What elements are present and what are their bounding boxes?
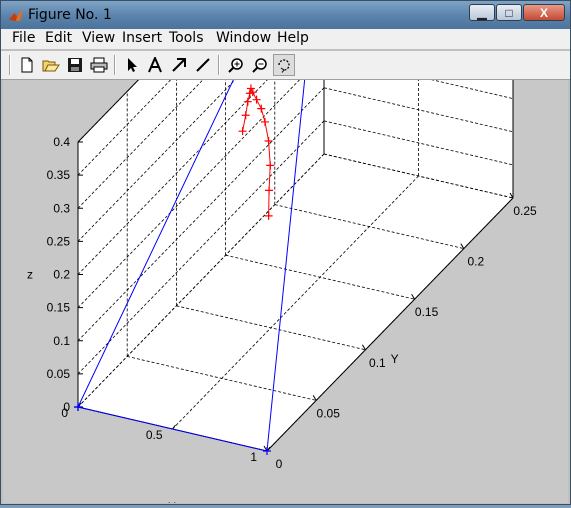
y-tick-label: 0.15 <box>415 305 439 319</box>
save-icon <box>68 58 82 72</box>
z-tick-label: 0.3 <box>53 201 70 215</box>
save-button[interactable] <box>64 54 86 76</box>
y-tick-label: 0.25 <box>513 204 537 218</box>
z-axis-label: z <box>27 268 33 282</box>
toolbar-separator <box>114 55 116 75</box>
figure-window: Figure No. 1 ▁ □ X File Edit View Insert… <box>0 0 571 508</box>
new-figure-icon <box>21 57 33 73</box>
menu-view[interactable]: View <box>82 30 115 46</box>
print-button[interactable] <box>88 54 110 76</box>
matlab-icon <box>9 9 23 21</box>
arrow-select-icon <box>128 58 137 72</box>
toolbar <box>1 51 570 80</box>
toolbar-separator <box>9 55 11 75</box>
x-axis-label: X <box>168 500 176 503</box>
y-tick-label: 0 <box>276 457 283 471</box>
select-button[interactable] <box>121 54 143 76</box>
maximize-icon: □ <box>505 5 513 20</box>
new-figure-button[interactable] <box>16 54 38 76</box>
menu-edit[interactable]: Edit <box>45 30 72 46</box>
insert-arrow-icon <box>172 58 186 72</box>
y-axis-label: Y <box>391 352 399 366</box>
menu-bar: File Edit View Insert Tools Window Help <box>1 29 570 49</box>
y-tick-label: 0.1 <box>369 356 386 370</box>
x-tick-label: 0.5 <box>146 428 163 442</box>
figure-canvas[interactable]: 0 0.05 0.1 0.15 0.2 0.25 0.3 0.35 0.4 0 0.5 1 0 0.05 0… <box>3 0 568 508</box>
toolbar-separator <box>218 55 220 75</box>
close-icon: X <box>539 5 548 20</box>
z-tick-label: 0.1 <box>53 334 70 348</box>
close-button[interactable]: X <box>523 4 565 21</box>
menu-tools[interactable]: Tools <box>169 30 204 46</box>
title-bar[interactable]: Figure No. 1 ▁ □ X <box>1 1 570 29</box>
insert-text-button[interactable] <box>144 54 166 76</box>
insert-line-button[interactable] <box>192 54 214 76</box>
insert-arrow-button[interactable] <box>168 54 190 76</box>
open-folder-icon <box>42 60 60 72</box>
z-tick-label: 0.4 <box>53 135 70 149</box>
insert-line-icon <box>196 58 210 72</box>
y-tick-label: 0.2 <box>467 255 484 269</box>
insert-text-icon <box>148 57 162 73</box>
window-title: Figure No. 1 <box>28 7 112 23</box>
z-tick-label: 0.2 <box>53 268 70 282</box>
open-button[interactable] <box>40 54 62 76</box>
menu-help[interactable]: Help <box>277 30 309 46</box>
x-tick-label: 1 <box>250 450 257 464</box>
minimize-button[interactable]: ▁ <box>469 4 495 21</box>
z-tick-label: 0.15 <box>47 301 71 315</box>
maximize-button[interactable]: □ <box>496 4 522 21</box>
zoom-out-button[interactable] <box>249 54 271 76</box>
zoom-out-icon <box>252 58 267 73</box>
y-tick-label: 0.05 <box>317 406 341 420</box>
menu-window[interactable]: Window <box>216 30 271 46</box>
minimize-icon: ▁ <box>477 5 487 20</box>
zoom-in-button[interactable] <box>225 54 247 76</box>
menu-file[interactable]: File <box>12 30 35 46</box>
zoom-in-icon <box>228 58 243 73</box>
print-icon <box>90 57 108 73</box>
x-tick-label: 0 <box>61 406 68 420</box>
rotate-3d-icon <box>278 59 290 73</box>
z-tick-label: 0.05 <box>47 367 71 381</box>
z-tick-label: 0.25 <box>47 234 71 248</box>
plot-3d[interactable]: 00.050.10.150.20.250.30.350.400.51 00.050… <box>3 0 568 508</box>
rotate-3d-button[interactable] <box>273 54 295 76</box>
menu-insert[interactable]: Insert <box>122 30 162 46</box>
z-tick-label: 0.35 <box>47 168 71 182</box>
